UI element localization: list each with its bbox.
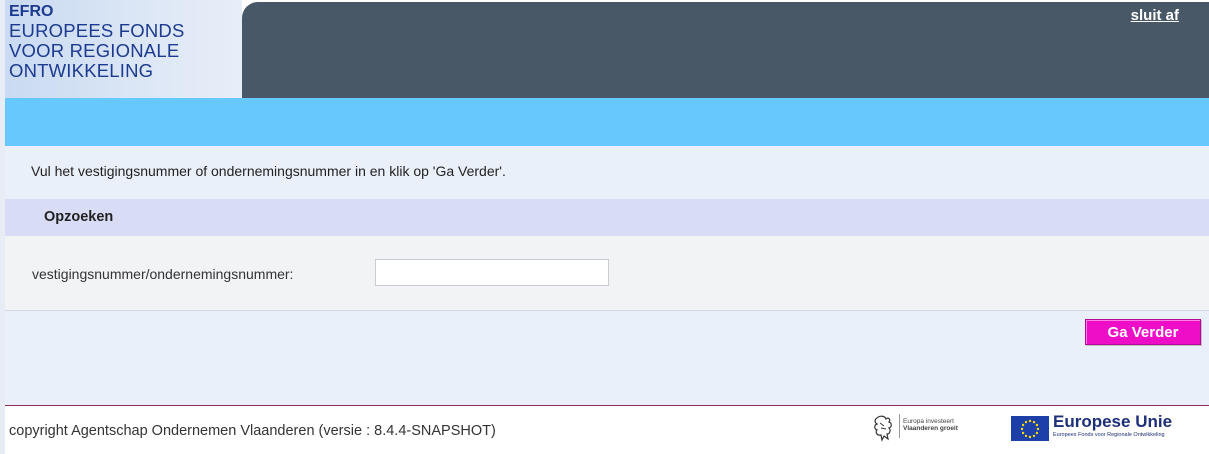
ga-verder-button[interactable]: Ga Verder <box>1085 319 1201 345</box>
nav-bar <box>5 98 1209 146</box>
flemish-logo-line-2: Vlaanderen groeit <box>903 425 958 432</box>
instruction-row: Vul het vestigingsnummer of ondernemings… <box>5 146 1209 199</box>
eu-flag-icon <box>1011 416 1049 441</box>
action-row: Ga Verder <box>5 311 1209 405</box>
top-bar: sluit af <box>242 2 1209 98</box>
copyright-text: copyright Agentschap Ondernemen Vlaander… <box>9 423 496 439</box>
logo-line-2: VOOR REGIONALE <box>9 40 180 61</box>
close-link[interactable]: sluit af <box>1131 7 1179 24</box>
search-form: vestigingsnummer/ondernemingsnummer: <box>5 236 1209 311</box>
flemish-logo-line-1: Europa investeert <box>903 418 954 425</box>
flemish-logo-divider <box>899 414 900 438</box>
logo-line-1: EUROPEES FONDS <box>9 20 185 41</box>
lion-icon <box>874 415 892 442</box>
section-header: Opzoeken <box>5 199 1209 236</box>
number-field-label: vestigingsnummer/ondernemingsnummer: <box>32 266 294 282</box>
instruction-text: Vul het vestigingsnummer of ondernemings… <box>31 163 506 179</box>
header: EFRO EUROPEES FONDS VOOR REGIONALE ONTWI… <box>5 0 1209 98</box>
number-input[interactable] <box>375 259 609 286</box>
section-title: Opzoeken <box>44 209 114 225</box>
eu-subtitle: Europees Fonds voor Regionale Ontwikkeli… <box>1053 432 1165 438</box>
eu-title: Europese Unie <box>1053 412 1173 431</box>
efro-logo: EFRO EUROPEES FONDS VOOR REGIONALE ONTWI… <box>5 0 242 98</box>
logo-line-3: ONTWIKKELING <box>9 60 154 81</box>
logo-abbr: EFRO <box>9 3 54 20</box>
flemish-logo-text: Europa investeert Vlaanderen groeit <box>903 418 1003 432</box>
footer: copyright Agentschap Ondernemen Vlaander… <box>5 406 1209 454</box>
